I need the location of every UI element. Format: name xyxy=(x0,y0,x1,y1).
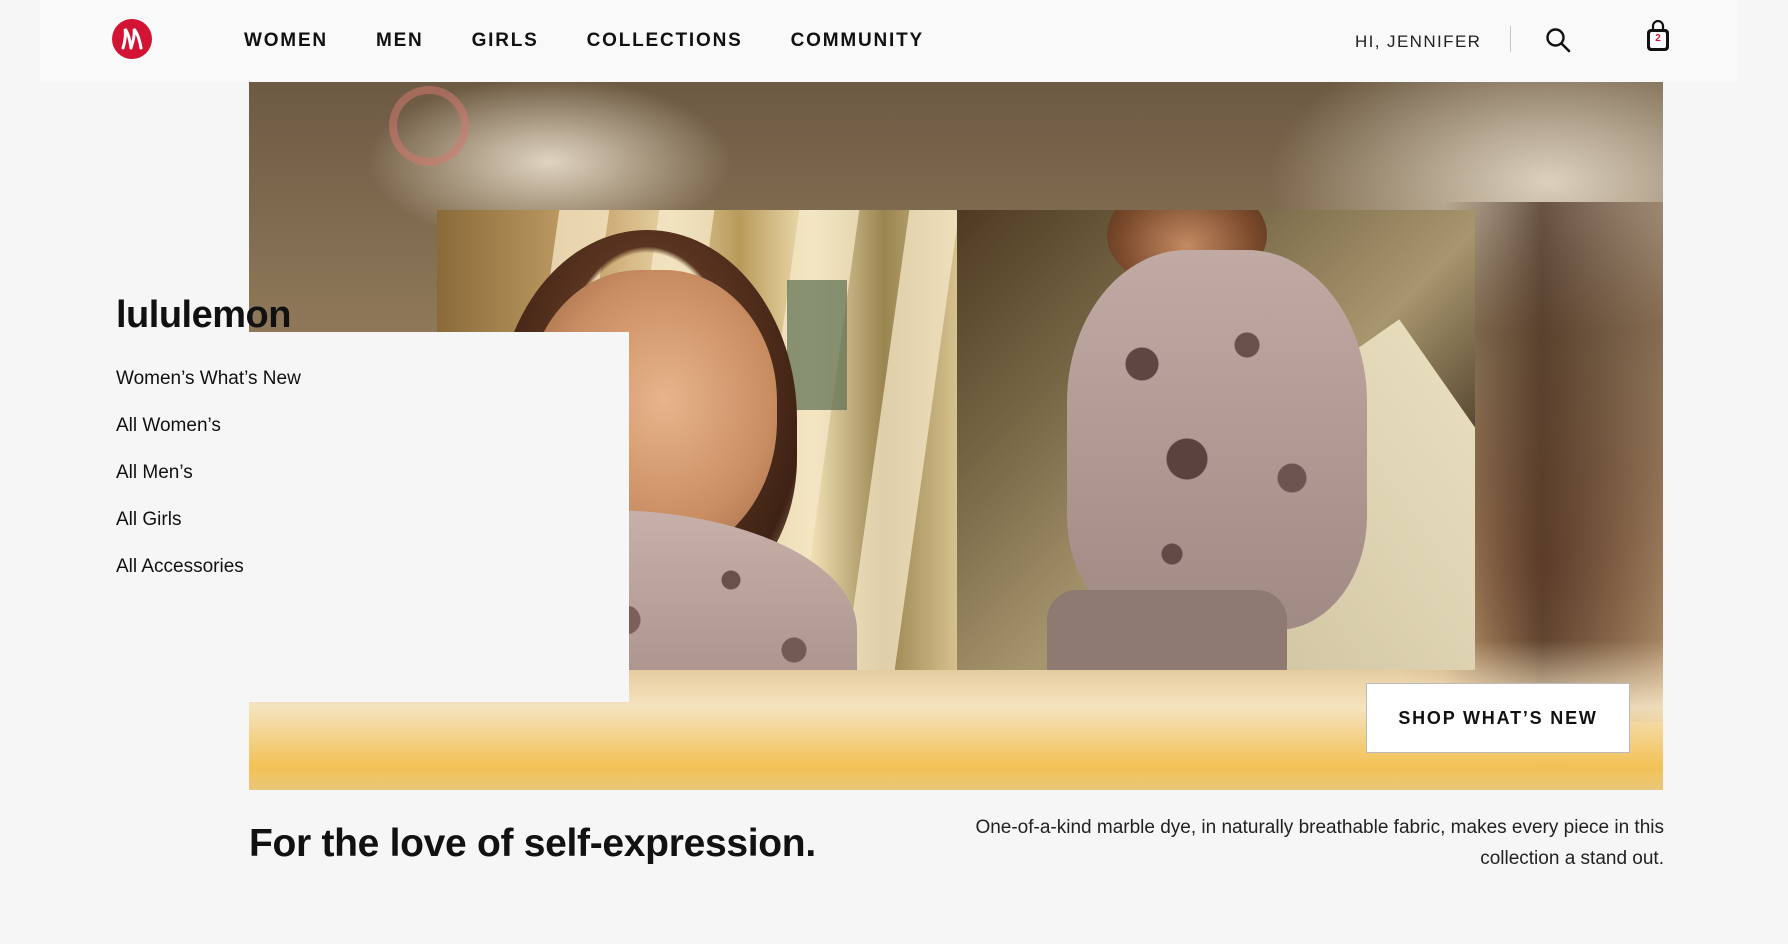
nav-girls[interactable]: GIRLS xyxy=(472,30,539,52)
user-greeting[interactable]: HI, JENNIFER xyxy=(1355,32,1481,52)
link-womens-whats-new[interactable]: Women’s What’s New xyxy=(116,368,301,415)
shop-whats-new-button[interactable]: SHOP WHAT’S NEW xyxy=(1366,683,1630,753)
shopping-bag-button[interactable]: 2 xyxy=(1644,19,1672,54)
lululemon-logo-icon[interactable] xyxy=(111,18,153,60)
bag-count-badge: 2 xyxy=(1655,33,1661,44)
hero-photo-right[interactable] xyxy=(957,210,1475,670)
model-legs xyxy=(1047,590,1287,670)
category-card xyxy=(249,332,629,702)
nav-community[interactable]: COMMUNITY xyxy=(791,30,924,52)
nav-men[interactable]: MEN xyxy=(376,30,424,52)
nav-collections[interactable]: COLLECTIONS xyxy=(587,30,743,52)
nav-women[interactable]: WOMEN xyxy=(244,30,328,52)
main-nav: WOMEN MEN GIRLS COLLECTIONS COMMUNITY xyxy=(244,30,924,52)
marble-dye-crew xyxy=(1067,250,1367,630)
background-sign xyxy=(389,86,469,166)
category-links: Women’s What’s New All Women’s All Men’s… xyxy=(116,368,301,603)
link-all-mens[interactable]: All Men’s xyxy=(116,462,301,509)
link-all-accessories[interactable]: All Accessories xyxy=(116,556,301,603)
collection-description: One-of-a-kind marble dye, in naturally b… xyxy=(975,817,1664,869)
search-icon[interactable] xyxy=(1544,26,1572,54)
header-divider xyxy=(1510,26,1511,52)
site-header: WOMEN MEN GIRLS COLLECTIONS COMMUNITY xyxy=(40,0,1738,82)
link-all-womens[interactable]: All Women’s xyxy=(116,415,301,462)
link-all-girls[interactable]: All Girls xyxy=(116,509,301,556)
brand-title: lululemon xyxy=(116,294,291,336)
page-headline: For the love of self-expression. xyxy=(249,822,816,865)
